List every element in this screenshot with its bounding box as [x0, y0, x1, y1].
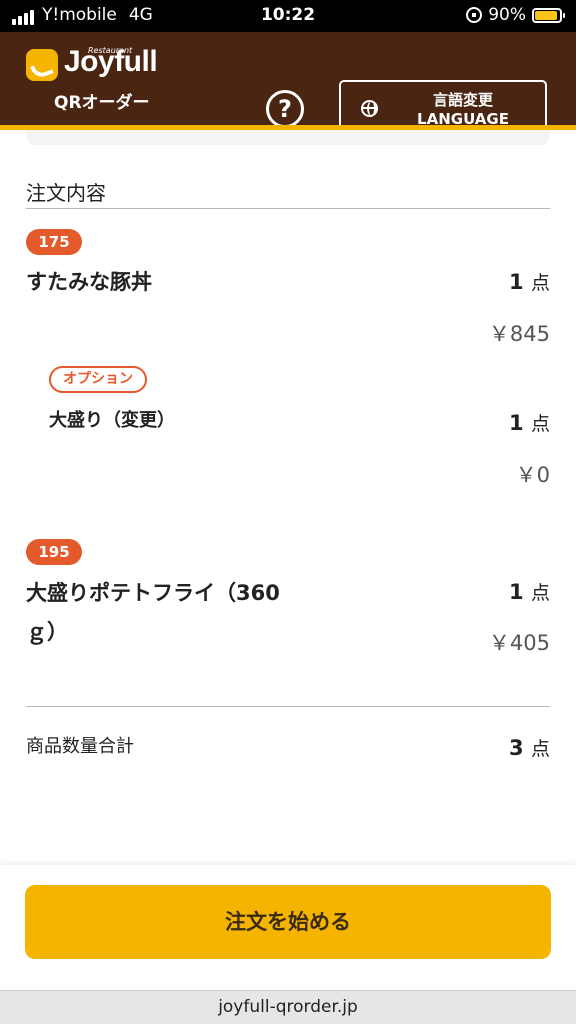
- item-name-continued: ｇ）: [26, 620, 68, 644]
- help-button[interactable]: ?: [266, 90, 304, 128]
- divider: [26, 208, 550, 209]
- divider: [26, 706, 550, 707]
- item-price: ￥405: [488, 631, 550, 655]
- logo-mark-icon: [26, 49, 58, 81]
- app-header: Restaurant Joyfull QRオーダー ? 言語変更 LANGUAG…: [0, 32, 576, 137]
- option-quantity: 1 点: [509, 411, 550, 435]
- total-quantity: 3 点: [509, 736, 550, 760]
- rotation-lock-icon: [466, 7, 483, 23]
- question-mark-icon: ?: [278, 95, 292, 123]
- browser-url-bar[interactable]: joyfull-qrorder.jp: [0, 990, 576, 1024]
- bottom-action-area: 注文を始める: [0, 865, 576, 990]
- battery-icon: [532, 7, 565, 23]
- item-number-badge: 175: [26, 229, 82, 255]
- item-name: 大盛りポテトフライ（360: [26, 581, 280, 605]
- option-badge: オプション: [49, 366, 147, 393]
- option-name: 大盛り（変更）: [49, 410, 175, 431]
- status-bar: Y!mobile 4G 10:22 90%: [0, 0, 576, 32]
- joyfull-logo[interactable]: Restaurant Joyfull QRオーダー: [26, 44, 196, 114]
- logo-subtitle: QRオーダー: [54, 93, 150, 113]
- total-quantity-label: 商品数量合計: [26, 736, 134, 757]
- item-price: ￥845: [488, 322, 550, 346]
- item-name: すたみな豚丼: [26, 270, 152, 294]
- globe-icon: [361, 100, 378, 117]
- item-quantity: 1 点: [509, 270, 550, 294]
- logo-text: Joyfull: [64, 45, 158, 78]
- order-section-title: 注文内容: [26, 181, 106, 205]
- previous-card-edge: [26, 130, 550, 145]
- item-quantity: 1 点: [509, 580, 550, 604]
- start-order-button[interactable]: 注文を始める: [25, 885, 551, 959]
- language-label-jp: 言語変更: [432, 91, 493, 109]
- battery-percent: 90%: [488, 5, 526, 25]
- item-number-badge: 195: [26, 539, 82, 565]
- option-price: ￥0: [515, 463, 550, 487]
